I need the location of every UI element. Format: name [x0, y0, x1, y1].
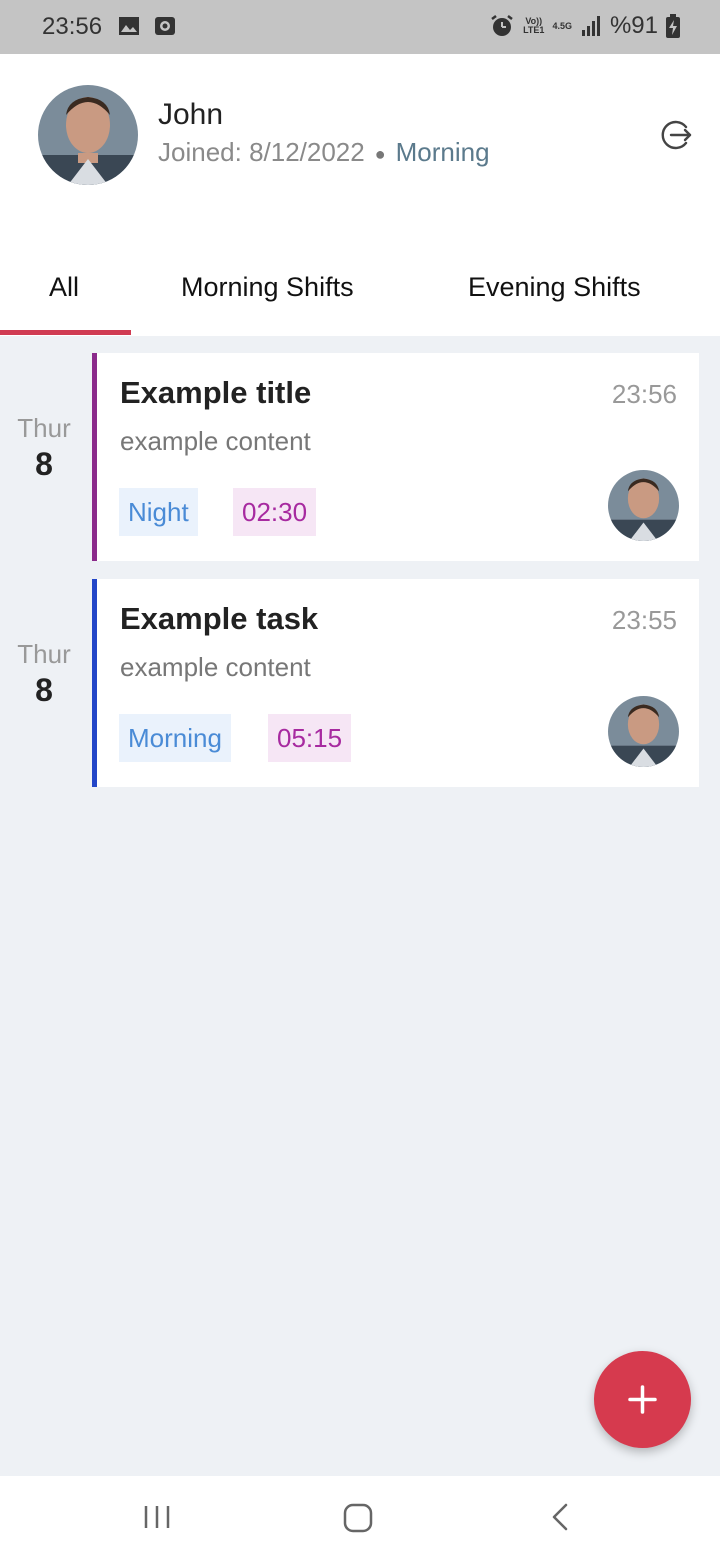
duration-chip: 05:15 — [268, 714, 352, 762]
shift-chip: Night — [119, 488, 198, 536]
battery-icon — [666, 14, 680, 38]
duration-chip: 02:30 — [233, 488, 317, 536]
status-bar: 23:56 Vo)) LTE1 4.5G %91 — [0, 0, 720, 54]
task-date: Thur 8 — [0, 413, 88, 483]
home-button[interactable] — [342, 1502, 374, 1539]
user-shift: Morning — [395, 137, 490, 167]
separator-dot: ● — [374, 143, 386, 164]
battery-level: %91 — [609, 12, 658, 39]
system-nav-bar — [0, 1476, 720, 1560]
active-tab-indicator — [0, 330, 131, 335]
assignee-avatar — [608, 696, 679, 767]
logout-icon — [661, 120, 692, 150]
signal-icon — [581, 16, 600, 36]
day-number: 8 — [35, 446, 53, 482]
tab-evening-shifts[interactable]: Evening Shifts — [468, 272, 641, 303]
user-meta: Joined: 8/12/2022 ● Morning — [158, 137, 490, 168]
task-time: 23:56 — [611, 379, 677, 409]
joined-date: Joined: 8/12/2022 — [158, 137, 365, 167]
back-button[interactable] — [548, 1502, 572, 1537]
task-content: example content — [120, 426, 311, 456]
task-title: Example title — [120, 375, 312, 410]
day-number: 8 — [35, 672, 53, 708]
tab-morning-shifts[interactable]: Morning Shifts — [181, 272, 354, 303]
avatar-image — [608, 470, 679, 541]
plus-icon — [628, 1385, 657, 1414]
task-title: Example task — [120, 601, 319, 636]
avatar-image — [38, 85, 138, 185]
task-row: Thur 8 Example task 23:55 example conten… — [0, 579, 720, 787]
task-date: Thur 8 — [0, 639, 88, 709]
shift-chip: Morning — [119, 714, 231, 762]
profile-header: John Joined: 8/12/2022 ● Morning All Morni… — [0, 54, 720, 336]
logout-button[interactable] — [660, 118, 694, 152]
record-icon — [155, 17, 175, 35]
add-task-button[interactable] — [594, 1351, 691, 1448]
home-icon — [343, 1503, 373, 1533]
user-name: John — [158, 98, 224, 131]
day-name: Thur — [17, 639, 71, 669]
avatar — [38, 85, 138, 185]
assignee-avatar — [608, 470, 679, 541]
shift-tabs: All Morning Shifts Evening Shifts — [0, 254, 720, 336]
net-type: 4.5G — [552, 20, 572, 31]
alarm-icon — [491, 15, 513, 36]
volte-indicator: Vo)) LTE1 — [523, 16, 545, 35]
status-time: 23:56 — [42, 13, 103, 40]
tab-all[interactable]: All — [49, 272, 79, 303]
task-row: Thur 8 Example title 23:56 example conte… — [0, 353, 720, 561]
recents-button[interactable] — [142, 1502, 172, 1537]
task-content: example content — [120, 652, 311, 682]
task-card[interactable]: Example task 23:55 example content Morni… — [92, 579, 699, 787]
task-card[interactable]: Example title 23:56 example content Nigh… — [92, 353, 699, 561]
day-name: Thur — [17, 413, 71, 443]
back-icon — [552, 1503, 568, 1531]
avatar-image — [608, 696, 679, 767]
recents-icon — [144, 1506, 170, 1528]
task-time: 23:55 — [611, 605, 677, 635]
gallery-icon — [119, 17, 139, 35]
